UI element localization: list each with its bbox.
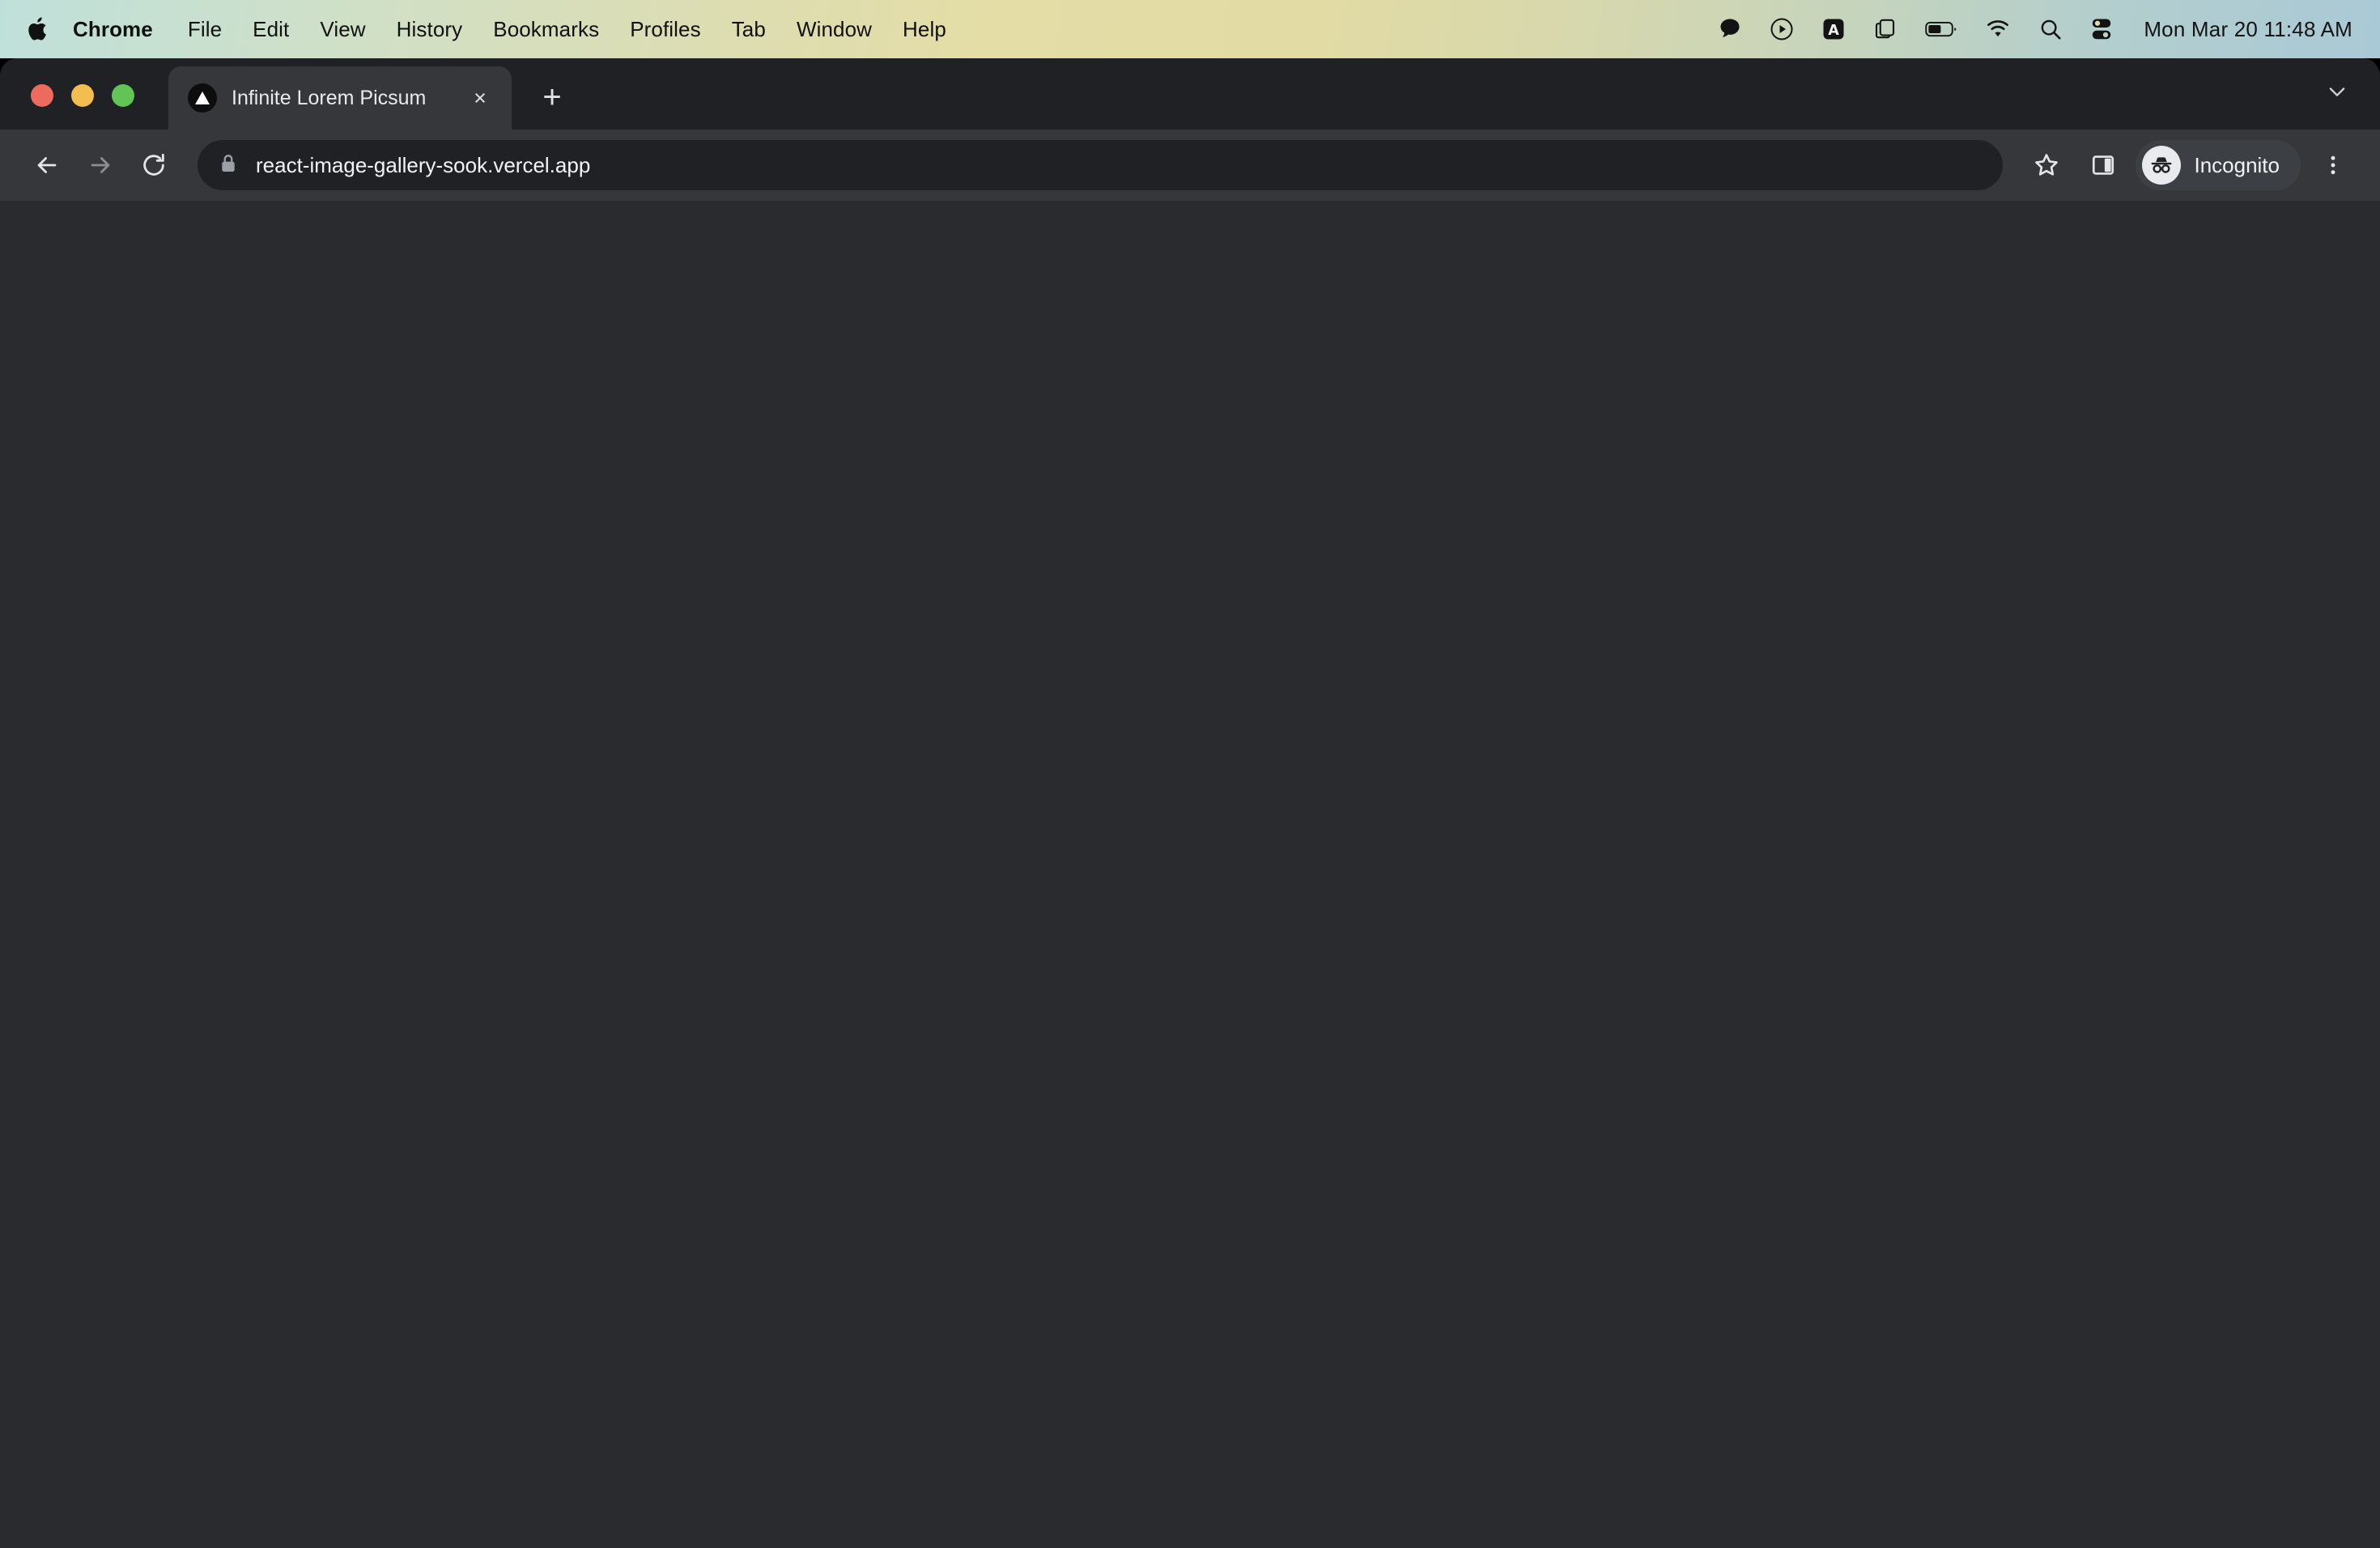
media-play-icon[interactable] <box>1770 13 1794 45</box>
keyboard-input-a-icon[interactable]: A <box>1821 13 1846 45</box>
address-bar[interactable]: react-image-gallery-sook.vercel.app <box>198 140 2004 190</box>
tab-strip: Infinite Lorem Picsum × + <box>0 58 2380 130</box>
menu-item-help[interactable]: Help <box>887 17 962 42</box>
minimize-window-button[interactable] <box>71 84 94 107</box>
forward-arrow-icon[interactable] <box>76 141 125 189</box>
star-icon[interactable] <box>2022 141 2071 189</box>
macos-menu-bar: Chrome File Edit View History Bookmarks … <box>0 0 2380 58</box>
menu-item-edit[interactable]: Edit <box>237 17 304 42</box>
apple-logo-icon[interactable] <box>24 13 52 45</box>
chrome-browser-window: Infinite Lorem Picsum × + react-image-ga… <box>0 58 2380 1548</box>
battery-icon[interactable] <box>1925 13 1957 45</box>
browser-toolbar: react-image-gallery-sook.vercel.app Inco… <box>0 130 2380 201</box>
menu-bar-left: Chrome File Edit View History Bookmarks … <box>0 13 962 45</box>
speech-bubble-icon[interactable] <box>1718 13 1742 45</box>
side-panel-icon[interactable] <box>2079 141 2127 189</box>
control-center-icon[interactable] <box>2090 13 2113 45</box>
spotlight-search-icon[interactable] <box>2038 13 2063 45</box>
screen-mirroring-icon[interactable] <box>1873 13 1898 45</box>
menu-bar-clock[interactable]: Mon Mar 20 11:48 AM <box>2144 17 2352 42</box>
address-bar-url[interactable]: react-image-gallery-sook.vercel.app <box>256 153 590 178</box>
new-tab-button[interactable]: + <box>529 74 575 120</box>
back-arrow-icon[interactable] <box>23 141 71 189</box>
vercel-triangle-icon <box>188 83 217 113</box>
menu-item-tab[interactable]: Tab <box>716 17 781 42</box>
chevron-down-icon[interactable] <box>2318 73 2356 110</box>
menu-item-chrome[interactable]: Chrome <box>73 17 172 42</box>
lock-icon <box>219 153 238 178</box>
window-traffic-lights <box>0 84 134 130</box>
three-dot-menu-icon[interactable] <box>2309 141 2357 189</box>
menu-item-history[interactable]: History <box>381 17 478 42</box>
svg-text:A: A <box>1829 23 1840 39</box>
menu-bar-status-area: A Mon Mar 20 11:48 AM <box>1718 13 2380 45</box>
menu-item-window[interactable]: Window <box>781 17 887 42</box>
tab-title: Infinite Lorem Picsum <box>232 86 427 109</box>
incognito-icon <box>2142 146 2182 185</box>
browser-tab[interactable]: Infinite Lorem Picsum × <box>168 66 512 130</box>
incognito-label: Incognito <box>2194 152 2280 177</box>
tab-strip-right <box>2318 73 2380 130</box>
maximize-window-button[interactable] <box>112 84 134 107</box>
toolbar-actions: Incognito <box>2022 140 2357 190</box>
menu-item-bookmarks[interactable]: Bookmarks <box>478 17 614 42</box>
close-window-button[interactable] <box>31 84 53 107</box>
close-tab-icon[interactable]: × <box>466 84 494 112</box>
menu-item-file[interactable]: File <box>172 17 237 42</box>
menu-item-profiles[interactable]: Profiles <box>614 17 716 42</box>
menu-item-view[interactable]: View <box>304 17 380 42</box>
incognito-profile-chip[interactable]: Incognito <box>2136 140 2301 190</box>
reload-icon[interactable] <box>130 141 178 189</box>
wifi-icon[interactable] <box>1985 13 2011 45</box>
